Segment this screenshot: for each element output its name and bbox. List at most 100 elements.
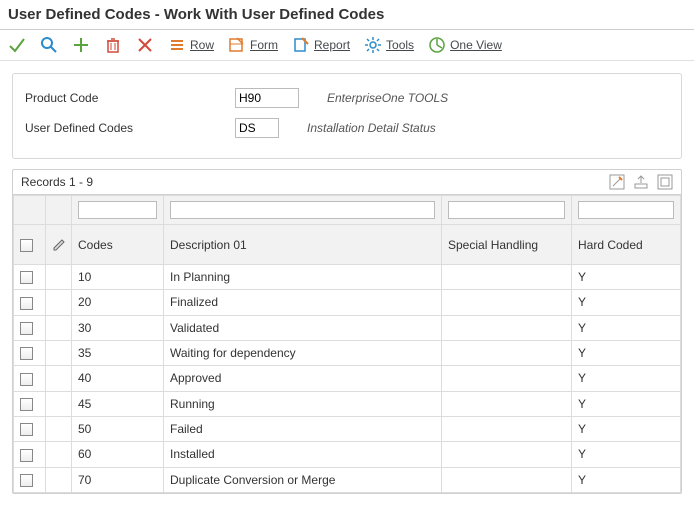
product-code-input[interactable]: [235, 88, 299, 108]
page-title: User Defined Codes - Work With User Defi…: [0, 0, 694, 30]
row-checkbox[interactable]: [20, 449, 33, 462]
header-row: Codes Description 01 Special Handling Ha…: [14, 225, 681, 265]
cell-code: 70: [72, 467, 164, 492]
cell-code: 20: [72, 290, 164, 315]
cell-hard: Y: [572, 265, 681, 290]
product-code-label: Product Code: [25, 91, 235, 105]
report-icon: [292, 36, 310, 54]
cell-special: [442, 467, 572, 492]
row-checkbox[interactable]: [20, 423, 33, 436]
ok-button[interactable]: [8, 36, 26, 54]
row-checkbox[interactable]: [20, 398, 33, 411]
tools-label: Tools: [386, 38, 414, 52]
select-all-checkbox[interactable]: [20, 239, 33, 252]
add-button[interactable]: [72, 36, 90, 54]
table-row[interactable]: 10In Planning Y: [14, 265, 681, 290]
report-menu[interactable]: Report: [292, 36, 350, 54]
close-button[interactable]: [136, 36, 154, 54]
oneview-menu[interactable]: One View: [428, 36, 502, 54]
cell-hard: Y: [572, 315, 681, 340]
grid-panel: Records 1 - 9: [12, 169, 682, 494]
filter-codes[interactable]: [78, 201, 157, 219]
table-row[interactable]: 20Finalized Y: [14, 290, 681, 315]
cell-desc: Duplicate Conversion or Merge: [164, 467, 442, 492]
report-label: Report: [314, 38, 350, 52]
cell-desc: Approved: [164, 366, 442, 391]
row-menu[interactable]: Row: [168, 36, 214, 54]
records-label: Records 1 - 9: [21, 175, 93, 189]
table-row[interactable]: 70Duplicate Conversion or Merge Y: [14, 467, 681, 492]
cell-hard: Y: [572, 366, 681, 391]
form-menu[interactable]: Form: [228, 36, 278, 54]
cell-desc: Failed: [164, 416, 442, 441]
cell-desc: Finalized: [164, 290, 442, 315]
search-icon: [40, 36, 58, 54]
cell-code: 35: [72, 340, 164, 365]
table-row[interactable]: 50Failed Y: [14, 416, 681, 441]
cell-special: [442, 290, 572, 315]
cell-special: [442, 315, 572, 340]
cell-hard: Y: [572, 391, 681, 416]
table-row[interactable]: 45Running Y: [14, 391, 681, 416]
filter-row: [14, 196, 681, 225]
filter-desc[interactable]: [170, 201, 435, 219]
table-row[interactable]: 60InstalledY: [14, 442, 681, 467]
cell-special: [442, 366, 572, 391]
cell-desc: Installed: [164, 442, 442, 467]
cell-code: 30: [72, 315, 164, 340]
cell-hard: Y: [572, 290, 681, 315]
cell-hard: Y: [572, 442, 681, 467]
row-checkbox[interactable]: [20, 347, 33, 360]
form-icon: [228, 36, 246, 54]
cell-special: [442, 391, 572, 416]
row-checkbox[interactable]: [20, 322, 33, 335]
filter-panel: Product Code EnterpriseOne TOOLS User De…: [12, 73, 682, 159]
cell-hard: Y: [572, 467, 681, 492]
cell-code: 45: [72, 391, 164, 416]
row-checkbox[interactable]: [20, 474, 33, 487]
cell-desc: In Planning: [164, 265, 442, 290]
cell-code: 40: [72, 366, 164, 391]
check-icon: [8, 36, 26, 54]
col-hard[interactable]: Hard Coded: [572, 225, 681, 265]
udc-desc: Installation Detail Status: [307, 121, 436, 135]
find-button[interactable]: [40, 36, 58, 54]
form-label: Form: [250, 38, 278, 52]
product-code-desc: EnterpriseOne TOOLS: [327, 91, 448, 105]
col-description[interactable]: Description 01: [164, 225, 442, 265]
customize-grid-icon[interactable]: [609, 174, 625, 190]
row-label: Row: [190, 38, 214, 52]
cell-code: 50: [72, 416, 164, 441]
table-row[interactable]: 30Validated Y: [14, 315, 681, 340]
filter-hard[interactable]: [578, 201, 674, 219]
tools-menu[interactable]: Tools: [364, 36, 414, 54]
table-row[interactable]: 35Waiting for dependencyY: [14, 340, 681, 365]
row-checkbox[interactable]: [20, 297, 33, 310]
cell-desc: Validated: [164, 315, 442, 340]
delete-button[interactable]: [104, 36, 122, 54]
trash-icon: [104, 36, 122, 54]
oneview-icon: [428, 36, 446, 54]
row-checkbox[interactable]: [20, 271, 33, 284]
cell-desc: Running: [164, 391, 442, 416]
udc-label: User Defined Codes: [25, 121, 235, 135]
udc-input[interactable]: [235, 118, 279, 138]
filter-special[interactable]: [448, 201, 565, 219]
oneview-label: One View: [450, 38, 502, 52]
gear-icon: [364, 36, 382, 54]
cell-hard: Y: [572, 416, 681, 441]
plus-icon: [72, 36, 90, 54]
data-grid: Codes Description 01 Special Handling Ha…: [13, 195, 681, 493]
export-icon[interactable]: [633, 174, 649, 190]
row-checkbox[interactable]: [20, 373, 33, 386]
col-codes[interactable]: Codes: [72, 225, 164, 265]
toolbar: Row Form Report Tools One View: [0, 30, 694, 61]
cell-code: 10: [72, 265, 164, 290]
edit-column-icon[interactable]: [52, 238, 65, 252]
maximize-icon[interactable]: [657, 174, 673, 190]
cell-special: [442, 265, 572, 290]
table-row[interactable]: 40Approved Y: [14, 366, 681, 391]
cell-special: [442, 340, 572, 365]
cell-hard: Y: [572, 340, 681, 365]
col-special[interactable]: Special Handling: [442, 225, 572, 265]
